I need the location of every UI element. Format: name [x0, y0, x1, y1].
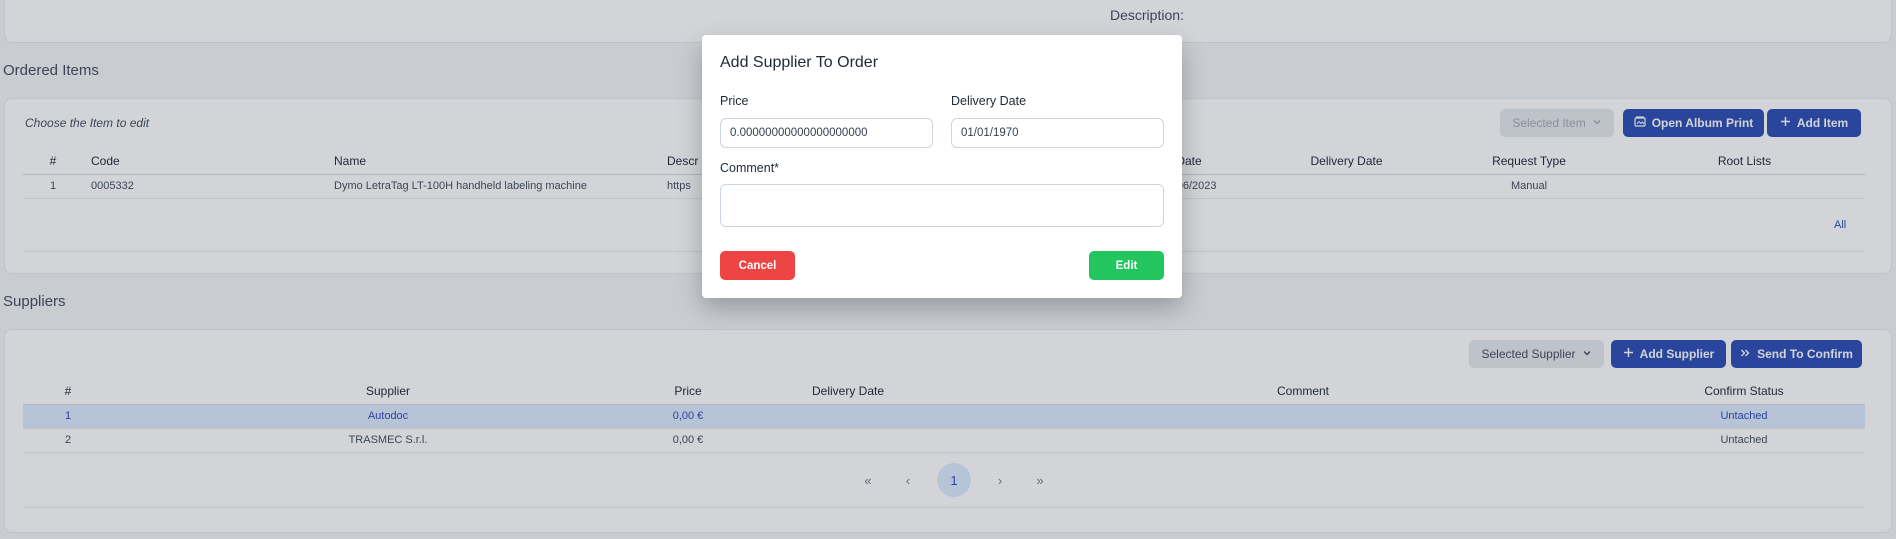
add-supplier-modal: Add Supplier To Order Price Delivery Dat… — [702, 35, 1182, 298]
comment-label: Comment* — [720, 161, 780, 175]
cancel-button[interactable]: Cancel — [720, 251, 795, 280]
comment-textarea[interactable] — [720, 184, 1164, 227]
modal-title: Add Supplier To Order — [720, 54, 879, 71]
price-input[interactable] — [720, 118, 933, 148]
delivery-date-label: Delivery Date — [951, 94, 1027, 108]
price-label: Price — [720, 94, 749, 108]
edit-button[interactable]: Edit — [1089, 251, 1164, 280]
delivery-date-input[interactable] — [951, 118, 1164, 148]
page: Description: Ordered Items Choose the It… — [0, 0, 1896, 539]
